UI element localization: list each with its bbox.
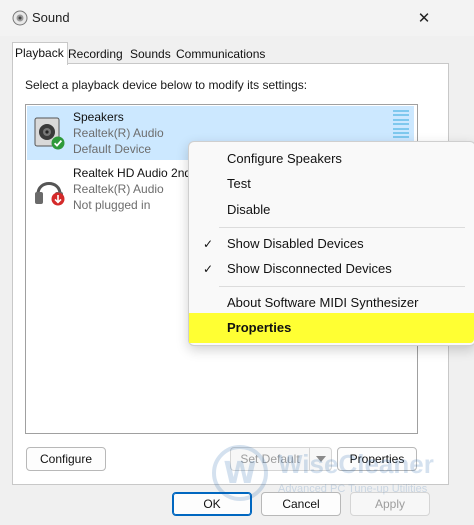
apply-button[interactable]: Apply [350,492,430,516]
title-bar: Sound ✕ [0,0,474,36]
tab-playback[interactable]: Playback [12,42,68,65]
menu-item-test[interactable]: Test [193,171,471,197]
properties-button[interactable]: Properties [337,447,417,471]
cancel-button[interactable]: Cancel [261,492,341,516]
menu-item-show-disconnected-devices[interactable]: ✓ Show Disconnected Devices [193,256,471,282]
check-icon: ✓ [203,237,214,251]
configure-button[interactable]: Configure [26,447,106,471]
tab-sounds[interactable]: Sounds [128,44,174,64]
device-status: Default Device [73,142,152,156]
ok-button[interactable]: OK [172,492,252,516]
tab-recording[interactable]: Recording [66,44,128,64]
device-status: Not plugged in [73,198,151,212]
device-driver: Realtek(R) Audio [73,182,164,196]
menu-item-show-disabled-devices[interactable]: ✓ Show Disabled Devices [193,231,471,257]
instruction-text: Select a playback device below to modify… [25,78,308,92]
green-check-badge-icon [51,136,65,150]
menu-item-properties[interactable]: Properties [189,313,474,343]
window-title: Sound [32,10,70,25]
device-name: Speakers [73,110,124,124]
red-down-arrow-badge-icon [51,192,65,206]
menu-separator [219,286,465,287]
close-button[interactable]: ✕ [404,0,444,36]
tab-communications[interactable]: Communications [174,44,272,64]
set-default-dropdown-button[interactable] [310,447,332,471]
close-icon: ✕ [417,10,431,27]
chevron-down-icon [315,456,326,462]
set-default-button[interactable]: Set Default [230,447,310,471]
menu-separator [219,227,465,228]
device-name: Realtek HD Audio 2nd [73,166,192,180]
context-menu: Configure Speakers Test Disable ✓ Show D… [188,141,474,346]
sound-dialog: Sound ✕ Playback Recording Sounds Commun… [0,0,474,525]
check-icon: ✓ [203,262,214,276]
speaker-icon [12,10,28,26]
menu-item-disable[interactable]: Disable [193,197,471,223]
menu-item-configure-speakers[interactable]: Configure Speakers [193,146,471,172]
device-driver: Realtek(R) Audio [73,126,164,140]
